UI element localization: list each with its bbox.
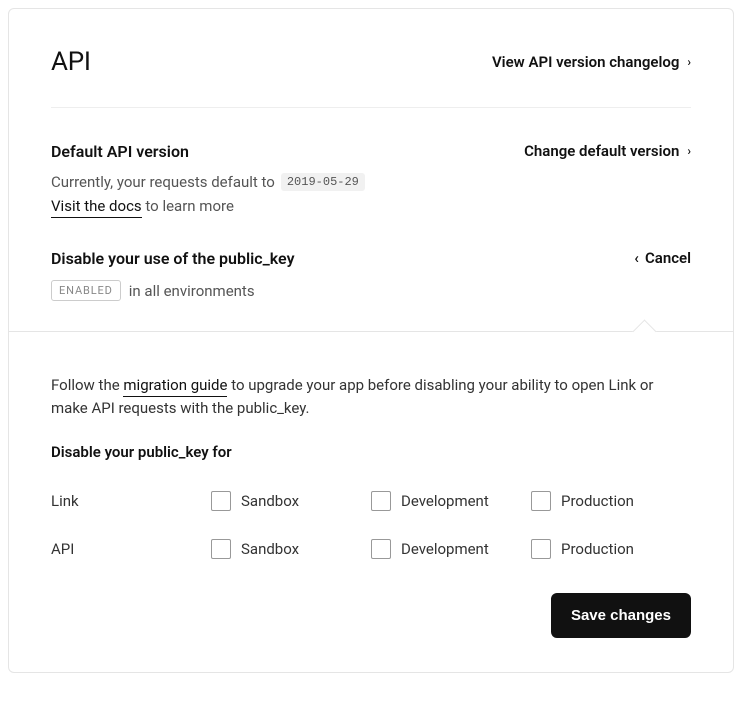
actions-row: Save changes bbox=[51, 593, 691, 638]
cb-label: Development bbox=[401, 492, 489, 510]
checkbox-link-sandbox[interactable] bbox=[211, 491, 231, 511]
version-row: Currently, your requests default to 2019… bbox=[51, 173, 691, 191]
checkbox-api-development[interactable] bbox=[371, 539, 391, 559]
checkbox-link-development[interactable] bbox=[371, 491, 391, 511]
disable-panel: Follow the migration guide to upgrade yo… bbox=[9, 331, 733, 672]
save-changes-button[interactable]: Save changes bbox=[551, 593, 691, 638]
panel-subtitle: Disable your public_key for bbox=[51, 443, 691, 461]
cb-api-production: Production bbox=[531, 539, 691, 559]
row-label-link: Link bbox=[51, 492, 211, 510]
checkbox-api-production[interactable] bbox=[531, 539, 551, 559]
section-head: Default API version Change default versi… bbox=[51, 142, 691, 161]
cb-label: Production bbox=[561, 492, 634, 510]
migration-guide-link[interactable]: migration guide bbox=[123, 376, 227, 397]
checkbox-table: Link Sandbox Development Production API … bbox=[51, 491, 691, 559]
cancel-label: Cancel bbox=[645, 249, 691, 267]
disable-public-key-title: Disable your use of the public_key bbox=[51, 249, 295, 268]
checkbox-link-production[interactable] bbox=[531, 491, 551, 511]
section-head: Disable your use of the public_key ‹ Can… bbox=[51, 249, 691, 268]
change-default-version-link[interactable]: Change default version › bbox=[524, 142, 691, 160]
status-row: ENABLED in all environments bbox=[51, 280, 691, 301]
currently-prefix: Currently, your requests default to bbox=[51, 173, 275, 191]
card-inner: API View API version changelog › Default… bbox=[9, 9, 733, 301]
cb-link-sandbox: Sandbox bbox=[211, 491, 371, 511]
disable-public-key-section: Disable your use of the public_key ‹ Can… bbox=[51, 215, 691, 301]
default-version-title: Default API version bbox=[51, 142, 189, 161]
chevron-right-icon: › bbox=[687, 56, 691, 68]
cb-api-sandbox: Sandbox bbox=[211, 539, 371, 559]
status-badge: ENABLED bbox=[51, 280, 121, 301]
cb-label: Development bbox=[401, 540, 489, 558]
cb-label: Sandbox bbox=[241, 540, 299, 558]
cb-label: Sandbox bbox=[241, 492, 299, 510]
header-row: API View API version changelog › bbox=[51, 47, 691, 108]
cancel-link[interactable]: ‹ Cancel bbox=[634, 249, 691, 267]
checkbox-api-sandbox[interactable] bbox=[211, 539, 231, 559]
cb-link-development: Development bbox=[371, 491, 531, 511]
follow-prefix: Follow the bbox=[51, 376, 120, 394]
change-default-version-label: Change default version bbox=[524, 142, 679, 160]
learn-more-text: to learn more bbox=[145, 197, 234, 215]
cb-link-production: Production bbox=[531, 491, 691, 511]
default-version-section: Default API version Change default versi… bbox=[51, 108, 691, 215]
cb-label: Production bbox=[561, 540, 634, 558]
view-changelog-link[interactable]: View API version changelog › bbox=[492, 53, 691, 71]
status-suffix: in all environments bbox=[129, 282, 255, 300]
chevron-left-icon: ‹ bbox=[634, 249, 639, 267]
chevron-right-icon: › bbox=[687, 145, 691, 157]
view-changelog-label: View API version changelog bbox=[492, 53, 679, 71]
docs-row: Visit the docs to learn more bbox=[51, 197, 691, 215]
visit-docs-link[interactable]: Visit the docs bbox=[51, 197, 142, 218]
api-settings-card: API View API version changelog › Default… bbox=[8, 8, 734, 673]
page-title: API bbox=[51, 47, 91, 77]
version-chip: 2019-05-29 bbox=[281, 173, 365, 191]
row-label-api: API bbox=[51, 540, 211, 558]
panel-text: Follow the migration guide to upgrade yo… bbox=[51, 374, 691, 421]
cb-api-development: Development bbox=[371, 539, 531, 559]
